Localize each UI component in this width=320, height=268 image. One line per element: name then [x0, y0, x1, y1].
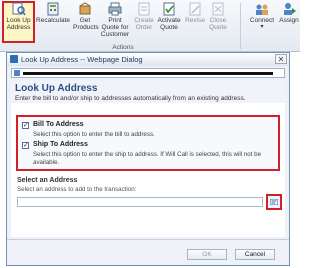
dialog-subheading: Enter the bill to and/or ship to address… [15, 95, 246, 102]
print-quote-icon [108, 2, 122, 16]
select-address-title: Select an Address [17, 177, 78, 184]
redacted-url [23, 72, 273, 75]
chevron-down-icon: ▾ [260, 24, 264, 30]
revise-label: Revise [185, 17, 205, 24]
create-order-icon [138, 2, 150, 16]
assign-label: Assign [279, 17, 299, 24]
connect-icon [256, 4, 268, 15]
close-quote-icon [212, 2, 224, 16]
dialog-body: Look Up Address Enter the bill to and/or… [11, 81, 285, 237]
recalculate-icon [47, 2, 59, 16]
assign-icon [284, 3, 296, 15]
bill-to-description: Select this option to enter the bill to … [33, 131, 155, 138]
ship-to-checkbox[interactable]: ✓ [22, 142, 29, 149]
cancel-button[interactable]: Cancel [235, 249, 275, 260]
select-address-description: Select an address to add to the transact… [17, 186, 137, 193]
assign-button[interactable]: Assign [278, 2, 300, 42]
dialog-footer: OK Cancel [7, 239, 289, 265]
ok-button[interactable]: OK [187, 249, 227, 260]
print-quote-button[interactable]: Print Quote for Customer [99, 2, 131, 42]
address-bar [11, 68, 285, 78]
look-up-address-button[interactable]: Look Up Address [3, 2, 34, 42]
dialog-heading-area: Look Up Address Enter the bill to and/or… [11, 81, 285, 103]
lookup-address-icon [12, 2, 26, 16]
dialog-title-bar: Look Up Address -- Webpage Dialog ✕ [7, 53, 289, 66]
close-icon[interactable]: ✕ [275, 54, 287, 64]
create-order-label: Create Order [134, 17, 154, 31]
activate-quote-button[interactable]: Activate Quote [156, 2, 182, 42]
look-up-address-dialog: Look Up Address -- Webpage Dialog ✕ Look… [6, 52, 290, 266]
print-quote-label: Print Quote for Customer [100, 17, 130, 38]
recalculate-label: Recalculate [36, 17, 70, 24]
connect-button[interactable]: Connect ▾ [248, 2, 276, 42]
app-icon [10, 55, 18, 63]
ship-to-label: Ship To Address [33, 141, 88, 148]
ribbon-group-label: Actions [112, 44, 134, 51]
connect-label: Connect [249, 17, 275, 24]
ribbon-toolbar: Look Up Address Recalculate Get Products… [0, 0, 300, 52]
activate-quote-icon [163, 2, 175, 16]
activate-quote-label: Activate Quote [157, 17, 181, 31]
address-lookup-button[interactable] [266, 194, 282, 210]
get-products-icon [79, 2, 91, 15]
close-quote-button[interactable]: Close Quote [207, 2, 229, 42]
dialog-heading: Look Up Address [15, 83, 98, 94]
ship-to-description: Select this option to enter the ship to … [33, 151, 262, 166]
page-icon [14, 70, 20, 76]
get-products-button[interactable]: Get Products [72, 2, 99, 42]
close-quote-label: Close Quote [209, 17, 227, 31]
revise-button[interactable]: Revise [184, 2, 206, 42]
ribbon-separator [240, 3, 241, 49]
recalculate-button[interactable]: Recalculate [36, 2, 70, 42]
dialog-title: Look Up Address -- Webpage Dialog [21, 55, 143, 64]
lookup-icon [270, 199, 278, 205]
address-options-highlight: ✓ Bill To Address Select this option to … [16, 115, 280, 171]
address-lookup-input[interactable] [17, 197, 263, 207]
look-up-address-label: Look Up Address [6, 17, 31, 31]
bill-to-checkbox[interactable]: ✓ [22, 122, 29, 129]
revise-icon [189, 2, 201, 16]
get-products-label: Get Products [73, 17, 99, 31]
create-order-button[interactable]: Create Order [133, 2, 155, 42]
bill-to-label: Bill To Address [33, 121, 84, 128]
